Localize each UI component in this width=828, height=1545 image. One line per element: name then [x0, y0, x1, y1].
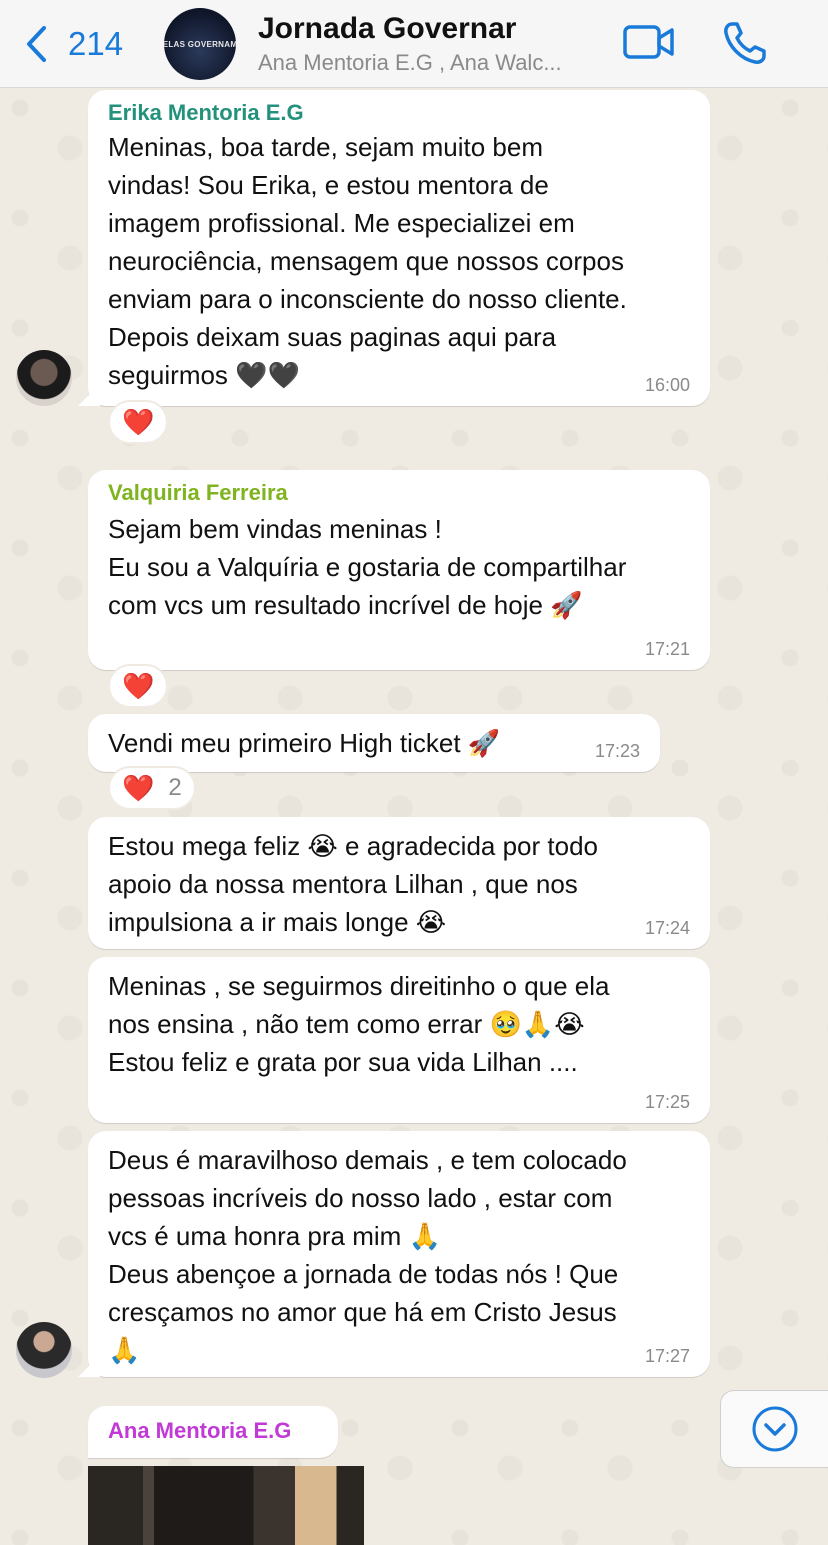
message-bubble[interactable]: Ana Mentoria E.G	[88, 1406, 338, 1458]
group-avatar[interactable]: ELAS GOVERNAM	[164, 8, 236, 80]
message-text: Deus é maravilhoso demais , e tem coloca…	[108, 1145, 627, 1365]
message-time: 17:27	[644, 1346, 690, 1366]
message-bubble[interactable]: Estou mega feliz 😭 e agradecida por todo…	[88, 817, 710, 949]
heart-icon: ❤️	[122, 670, 155, 701]
chat-header: 214 ELAS GOVERNAM Jornada Governar Ana M…	[0, 0, 828, 88]
message-text: Vendi meu primeiro High ticket 🚀	[108, 728, 501, 758]
message-time: 17:21	[644, 639, 690, 659]
group-avatar-text: ELAS GOVERNAM	[164, 39, 236, 49]
phone-icon[interactable]	[722, 20, 768, 66]
sender-avatar[interactable]	[16, 350, 72, 406]
message-bubble[interactable]: Erika Mentoria E.G Meninas, boa tarde, s…	[88, 90, 710, 406]
heart-icon: ❤️	[122, 406, 155, 437]
message-text: Meninas , se seguirmos direitinho o que …	[108, 971, 610, 1077]
back-button[interactable]: 214	[24, 22, 123, 66]
scroll-to-bottom-button[interactable]	[720, 1390, 828, 1468]
reaction-badge[interactable]: ❤️	[108, 664, 169, 708]
reaction-badge[interactable]: ❤️ 2	[108, 766, 196, 810]
chevron-down-circle-icon	[752, 1406, 797, 1452]
message-time: 17:24	[644, 918, 690, 938]
message-bubble[interactable]: Deus é maravilhoso demais , e tem coloca…	[88, 1131, 710, 1377]
sender-name: Erika Mentoria E.G	[108, 100, 304, 125]
message-time: 16:00	[644, 375, 690, 395]
message-bubble[interactable]: Vendi meu primeiro High ticket 🚀 17:23	[88, 714, 660, 772]
message-time: 17:23	[594, 741, 640, 761]
chat-participants[interactable]: Ana Mentoria E.G , Ana Walc...	[258, 50, 608, 76]
sender-name: Valquiria Ferreira	[108, 480, 288, 505]
reaction-count: 2	[168, 774, 182, 801]
message-text: Meninas, boa tarde, sejam muito bem vind…	[108, 132, 627, 390]
unread-count: 214	[68, 25, 124, 62]
message-bubble[interactable]: Meninas , se seguirmos direitinho o que …	[88, 957, 710, 1123]
video-camera-icon[interactable]	[622, 20, 676, 64]
message-text: Sejam bem vindas meninas ! Eu sou a Valq…	[108, 514, 627, 620]
message-time: 17:25	[644, 1092, 690, 1112]
chevron-left-icon	[27, 26, 46, 62]
chat-title[interactable]: Jornada Governar	[258, 12, 516, 46]
sender-avatar[interactable]	[16, 1322, 72, 1378]
sender-name: Ana Mentoria E.G	[108, 1418, 292, 1443]
message-text: Estou mega feliz 😭 e agradecida por todo…	[108, 831, 599, 937]
reaction-badge[interactable]: ❤️	[108, 400, 169, 444]
message-bubble[interactable]: Valquiria Ferreira Sejam bem vindas meni…	[88, 470, 710, 670]
heart-icon: ❤️	[122, 772, 155, 803]
media-thumbnail[interactable]	[88, 1466, 364, 1545]
